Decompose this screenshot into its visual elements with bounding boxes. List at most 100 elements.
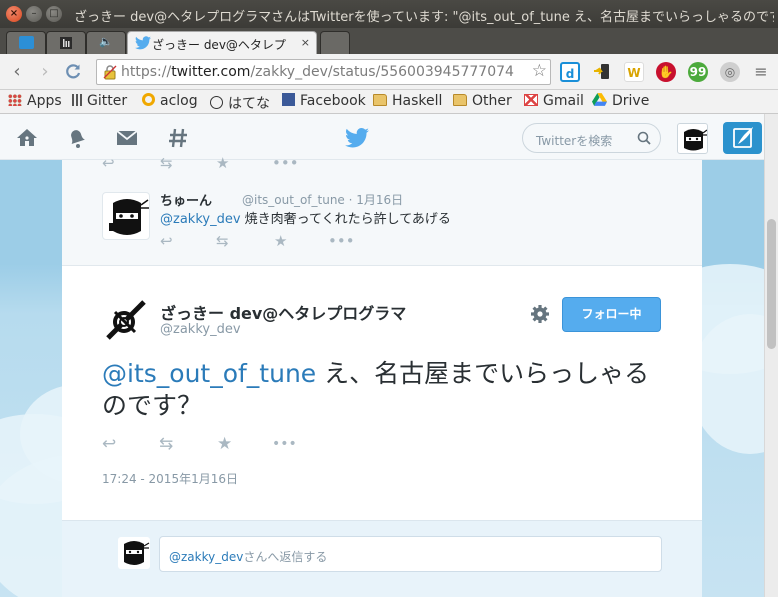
permalink-tweet: ざっきー dev@ヘタレプログラマ @zakky_dev フォロー中 @its_…	[62, 266, 702, 516]
gmail-icon	[524, 94, 538, 106]
mention-link[interactable]: @its_out_of_tune	[102, 359, 316, 388]
address-bar[interactable]: https://twitter.com/zakky_dev/status/556…	[96, 59, 551, 85]
tweet-timestamp[interactable]: 17:24 - 2015年1月16日	[102, 470, 238, 487]
bookmark-apps[interactable]: Apps	[8, 93, 62, 111]
home-icon[interactable]	[15, 126, 39, 150]
inline-reply-area: @zakky_devさんへ返信する	[62, 520, 702, 597]
notifications-bell-icon[interactable]	[65, 126, 89, 150]
extension-w-icon[interactable]: W	[624, 62, 644, 82]
apps-grid-icon	[8, 94, 22, 106]
gear-icon[interactable]	[530, 304, 550, 324]
tab-label: ざっきー dev@ヘタレプ	[152, 38, 286, 52]
more-icon[interactable]: •••	[328, 232, 355, 250]
favorite-icon[interactable]: ★	[274, 232, 287, 250]
retweet-icon[interactable]: ⇆	[160, 154, 173, 172]
forward-button[interactable]: ›	[34, 61, 56, 83]
author-name[interactable]: ざっきー dev@ヘタレプログラマ	[160, 300, 406, 324]
twitter-search-input[interactable]: Twitterを検索	[522, 123, 661, 153]
reply-icon[interactable]: ↩	[102, 154, 115, 172]
tab-audio[interactable]: 🔈	[86, 31, 126, 54]
quill-icon	[733, 127, 753, 148]
extension-phone-icon[interactable]	[592, 62, 612, 82]
bookmark-hatena[interactable]: はてな	[210, 93, 270, 112]
browser-toolbar: ‹ › https://twitter.com/zakky_dev/status…	[0, 54, 778, 90]
extension-quote-icon[interactable]: 99	[688, 62, 708, 82]
retweet-icon[interactable]: ⇆	[216, 232, 229, 250]
reply-placeholder: @zakky_devさんへ返信する	[169, 550, 328, 564]
facebook-icon	[282, 93, 295, 106]
lock-icon	[103, 65, 117, 80]
tab-strip: 🔈 ざっきー dev@ヘタレプ ×	[0, 28, 778, 54]
page-scrollbar[interactable]	[764, 114, 778, 597]
more-icon[interactable]: •••	[272, 436, 297, 452]
bookmark-star-icon[interactable]: ☆	[532, 61, 547, 81]
discover-hashtag-icon[interactable]	[166, 126, 190, 150]
ancestor-author-meta[interactable]: @its_out_of_tune · 1月16日	[242, 191, 403, 208]
tab-twitter[interactable]	[6, 31, 46, 54]
page-viewport[interactable]: Twitterを検索 ↩ ⇆ ★ ••• ちゅーん @its_out_of_tu…	[0, 114, 764, 597]
ninja-avatar-image	[684, 129, 707, 151]
extension-d-icon[interactable]: d	[560, 62, 580, 82]
tab-gitter[interactable]	[46, 31, 86, 54]
more-icon[interactable]: •••	[272, 154, 299, 172]
avatar	[118, 537, 150, 569]
bookmark-drive[interactable]: Drive	[592, 93, 649, 111]
search-icon[interactable]	[637, 131, 651, 145]
bookmarks-bar: Apps Gitter aclog はてな Facebook Haskell O…	[0, 90, 778, 114]
reload-button[interactable]	[62, 61, 84, 83]
reload-icon	[66, 64, 81, 79]
messages-envelope-icon[interactable]	[115, 126, 139, 150]
compose-tweet-button[interactable]	[723, 122, 762, 154]
twitter-bird-icon	[135, 36, 151, 50]
bookmark-gitter[interactable]: Gitter	[72, 93, 127, 111]
drive-icon	[592, 93, 607, 106]
folder-icon	[373, 94, 387, 106]
twitter-icon	[19, 36, 34, 49]
permalink-column: ↩ ⇆ ★ ••• ちゅーん @its_out_of_tune · 1月16日 …	[62, 154, 702, 597]
url-scheme: https://	[121, 64, 172, 80]
aclog-icon	[142, 93, 155, 106]
ancestor-author-name[interactable]: ちゅーん	[160, 190, 212, 209]
extension-globe-icon[interactable]: ◎	[720, 62, 740, 82]
bookmark-folder-other[interactable]: Other	[453, 93, 512, 111]
window-close-button[interactable]: ×	[6, 6, 22, 22]
back-button[interactable]: ‹	[6, 61, 28, 83]
extension-block-icon[interactable]: ✋	[656, 62, 676, 82]
speaker-icon: 🔈	[99, 35, 113, 48]
tab-current[interactable]: ざっきー dev@ヘタレプ ×	[127, 31, 317, 54]
gitter-icon	[60, 37, 72, 49]
window-maximize-button[interactable]: □	[46, 6, 62, 22]
author-handle[interactable]: @zakky_dev	[160, 322, 241, 337]
scrollbar-thumb[interactable]	[767, 219, 776, 349]
tab-close-icon[interactable]: ×	[301, 36, 310, 49]
ancestor-tweet[interactable]: ちゅーん @its_out_of_tune · 1月16日 @zakky_dev…	[62, 176, 702, 266]
menu-icon[interactable]: ≡	[750, 61, 772, 83]
url-path: /zakky_dev/status/556003945777074	[250, 64, 514, 80]
reply-input[interactable]: @zakky_devさんへ返信する	[159, 536, 662, 572]
window-minimize-button[interactable]: –	[26, 6, 42, 22]
favorite-icon[interactable]: ★	[217, 434, 232, 454]
hatena-icon	[210, 96, 223, 109]
account-avatar[interactable]	[677, 123, 708, 154]
ninja-avatar-image	[124, 541, 150, 565]
previous-tweet-actions: ↩ ⇆ ★ •••	[62, 154, 702, 176]
bookmark-facebook[interactable]: Facebook	[282, 93, 366, 111]
mention-link[interactable]: @zakky_dev	[160, 212, 241, 227]
bookmark-folder-haskell[interactable]: Haskell	[373, 93, 442, 111]
reply-icon[interactable]: ↩	[102, 434, 116, 454]
new-tab-button[interactable]	[320, 31, 350, 54]
avatar[interactable]	[102, 192, 150, 240]
bookmark-aclog[interactable]: aclog	[142, 93, 198, 111]
twitter-logo-icon[interactable]	[345, 126, 369, 150]
favorite-icon[interactable]: ★	[216, 154, 229, 172]
ninja-avatar-image	[109, 199, 149, 235]
twitter-nav-bar: Twitterを検索	[0, 114, 764, 160]
gitter-icon	[72, 94, 82, 106]
reply-icon[interactable]: ↩	[160, 232, 173, 250]
search-placeholder: Twitterを検索	[536, 134, 613, 148]
sword-avatar-image[interactable]	[102, 296, 150, 344]
following-button[interactable]: フォロー中	[562, 297, 661, 332]
url-text: https://twitter.com/zakky_dev/status/556…	[121, 64, 521, 80]
bookmark-gmail[interactable]: Gmail	[524, 93, 584, 111]
retweet-icon[interactable]: ⇆	[159, 434, 173, 454]
